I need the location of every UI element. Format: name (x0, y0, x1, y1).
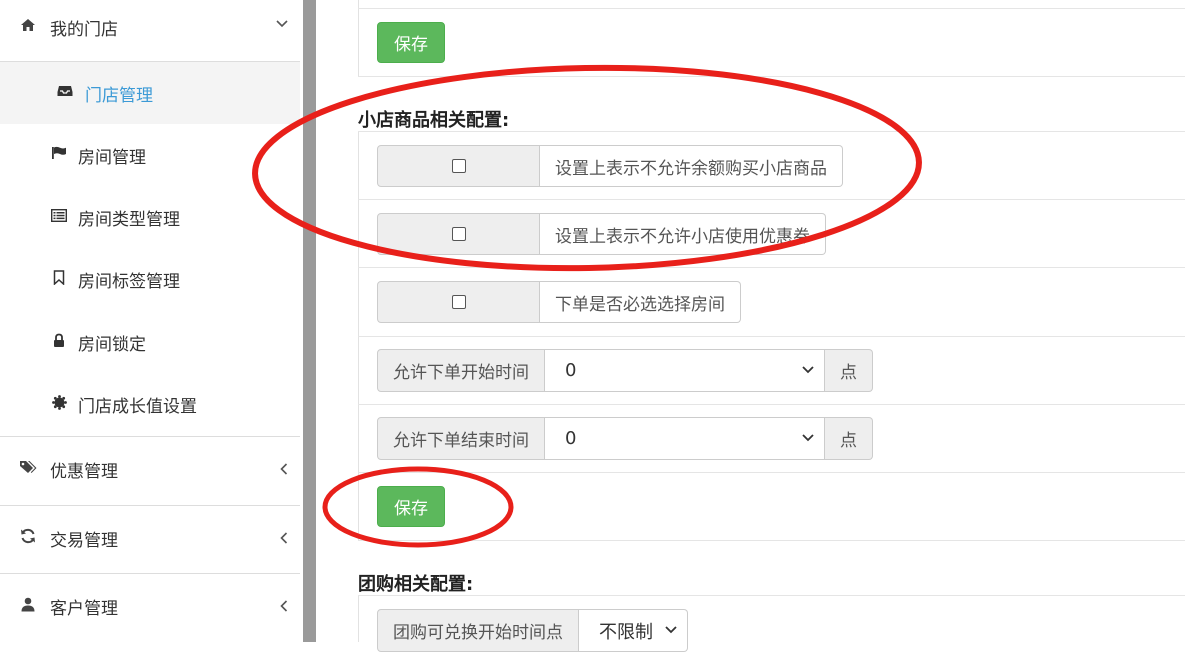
checkbox-group-no-coupon: 设置上表示不允许小店使用优惠券 (377, 213, 826, 255)
chevron-down-icon (665, 623, 677, 638)
sidebar-item-store-management[interactable]: 门店管理 (0, 62, 300, 124)
tags-icon (17, 460, 39, 478)
divider (0, 436, 300, 437)
main-content: 保存 小店商品相关配置: 设置上表示不允许余额购买小店商品 设置上表示不允许小店… (316, 0, 1185, 652)
sidebar: 我的门店 门店管理 房间管理 房间类型管理 房间标签管理 房间锁定 门店成长值设… (0, 0, 300, 642)
select-suffix: 点 (825, 349, 873, 392)
group-buy-start-time-group: 团购可兑换开始时间点 不限制 (377, 609, 688, 652)
panel-bottom (358, 540, 1185, 541)
checkbox-label: 设置上表示不允许余额购买小店商品 (540, 145, 843, 187)
sidebar-splitter[interactable] (303, 0, 316, 642)
panel-border (358, 0, 1185, 76)
sidebar-item-room-tag-management[interactable]: 房间标签管理 (0, 248, 300, 310)
save-button-top[interactable]: 保存 (377, 22, 445, 63)
row-divider (358, 472, 1185, 473)
refresh-icon (17, 528, 39, 548)
flag-icon (50, 146, 68, 164)
chevron-left-icon (280, 530, 288, 548)
nav-group-label: 客户管理 (50, 598, 118, 619)
select-value: 不限制 (599, 621, 653, 643)
lock-icon (50, 333, 68, 352)
chevron-down-icon (276, 14, 288, 32)
chevron-down-icon (802, 363, 814, 378)
checkbox-no-balance-purchase[interactable] (451, 159, 466, 173)
inbox-icon (56, 85, 74, 101)
list-icon (50, 208, 68, 226)
sidebar-item-label: 门店管理 (85, 85, 153, 106)
checkbox-addon (377, 281, 540, 323)
nav-group-label: 交易管理 (50, 530, 118, 551)
checkbox-addon (377, 213, 540, 255)
row-divider (358, 404, 1185, 405)
sidebar-item-room-lock[interactable]: 房间锁定 (0, 311, 300, 373)
sidebar-item-room-management[interactable]: 房间管理 (0, 124, 300, 186)
row-divider (358, 595, 1185, 596)
divider (0, 505, 300, 506)
select-value: 0 (565, 428, 577, 449)
select-suffix: 点 (825, 417, 873, 460)
order-end-time-group: 允许下单结束时间 0 点 (377, 417, 873, 460)
select-label: 允许下单结束时间 (377, 417, 545, 460)
row-divider (358, 336, 1185, 337)
nav-group-transaction-management[interactable]: 交易管理 (0, 517, 300, 559)
divider (0, 573, 300, 574)
row-divider (358, 8, 1185, 9)
order-start-time-select[interactable]: 0 (545, 349, 825, 392)
section-title-shop: 小店商品相关配置: (358, 110, 510, 131)
select-label: 团购可兑换开始时间点 (377, 609, 579, 652)
select-label: 允许下单开始时间 (377, 349, 545, 392)
select-value: 0 (565, 360, 577, 381)
nav-group-customer-management[interactable]: 客户管理 (0, 585, 300, 627)
checkbox-addon (377, 145, 540, 187)
nav-group-discount-management[interactable]: 优惠管理 (0, 448, 300, 490)
chevron-down-icon (802, 431, 814, 446)
nav-group-label: 优惠管理 (50, 461, 118, 482)
order-end-time-select[interactable]: 0 (545, 417, 825, 460)
bookmark-icon (50, 269, 68, 289)
order-start-time-group: 允许下单开始时间 0 点 (377, 349, 873, 392)
chevron-left-icon (280, 461, 288, 479)
row-divider (358, 199, 1185, 200)
nav-group-my-store[interactable]: 我的门店 (0, 6, 300, 48)
home-icon (17, 18, 39, 36)
chevron-left-icon (280, 598, 288, 616)
sidebar-item-room-type-management[interactable]: 房间类型管理 (0, 186, 300, 248)
sidebar-item-label: 房间管理 (78, 147, 146, 168)
sidebar-item-store-growth-settings[interactable]: 门店成长值设置 (0, 373, 300, 435)
checkbox-label: 下单是否必选选择房间 (540, 281, 741, 323)
checkbox-label: 设置上表示不允许小店使用优惠券 (540, 213, 826, 255)
sidebar-item-label: 房间锁定 (78, 334, 146, 355)
sidebar-item-label: 房间类型管理 (78, 209, 180, 230)
certificate-icon (50, 394, 68, 414)
row-divider (358, 267, 1185, 268)
checkbox-require-room[interactable] (451, 295, 466, 309)
user-icon (17, 597, 39, 616)
checkbox-group-require-room: 下单是否必选选择房间 (377, 281, 741, 323)
sidebar-item-label: 门店成长值设置 (78, 396, 197, 417)
checkbox-group-no-balance-purchase: 设置上表示不允许余额购买小店商品 (377, 145, 843, 187)
checkbox-no-coupon[interactable] (451, 227, 466, 241)
save-button-shop[interactable]: 保存 (377, 486, 445, 527)
row-divider (358, 131, 1185, 132)
group-buy-start-time-select[interactable]: 不限制 (579, 609, 688, 652)
nav-group-label: 我的门店 (50, 19, 118, 40)
section-title-group-buy: 团购相关配置: (358, 574, 474, 595)
sidebar-item-label: 房间标签管理 (78, 271, 180, 292)
panel-bottom (358, 76, 1185, 77)
